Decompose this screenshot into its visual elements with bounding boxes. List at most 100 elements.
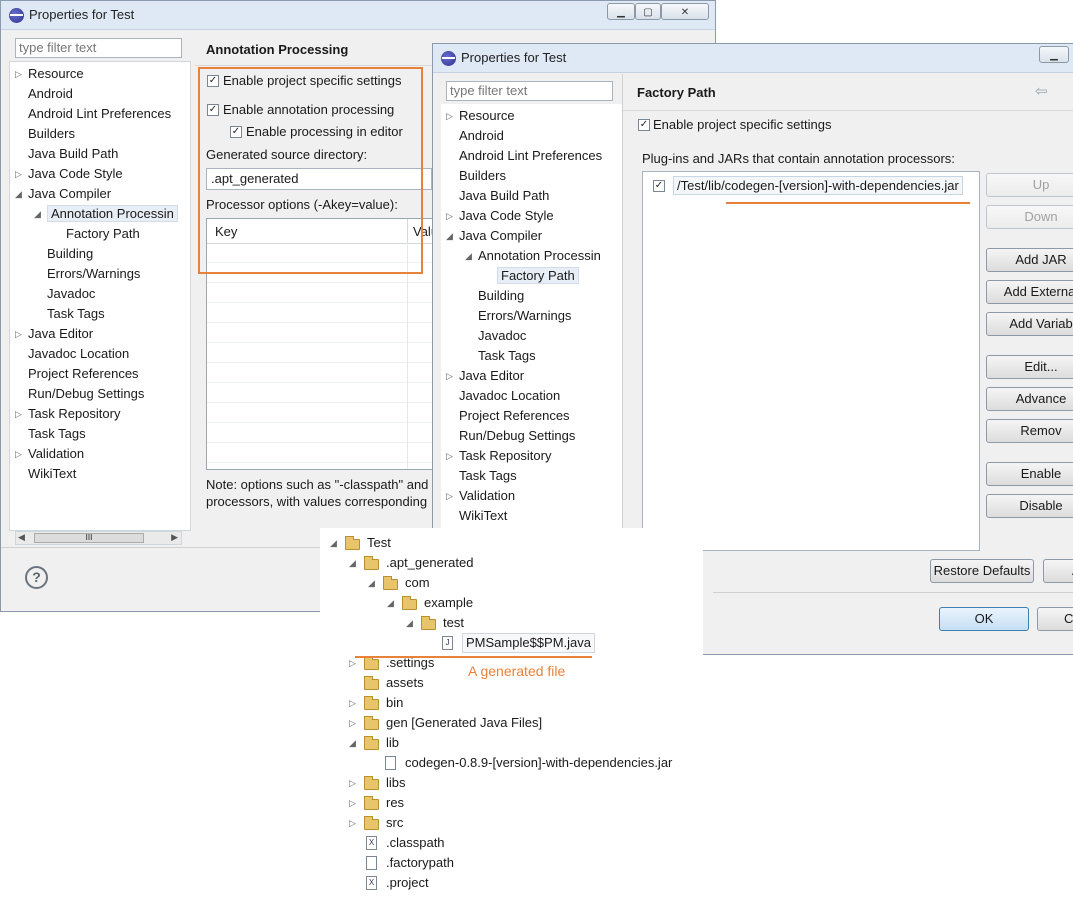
tree-item-android[interactable]: Android	[459, 126, 504, 146]
maximize-button[interactable]: ▢	[635, 3, 661, 20]
add-jar-button[interactable]: Add JAR	[986, 248, 1073, 272]
expand-arrow-icon[interactable]: ▷	[15, 164, 22, 184]
expand-arrow-icon[interactable]: ▷	[446, 206, 453, 226]
tree-item-building[interactable]: Building	[478, 286, 524, 306]
scroll-left-icon[interactable]: ◀	[18, 532, 25, 543]
collapse-arrow-icon[interactable]: ◢	[465, 246, 472, 266]
scroll-right-icon[interactable]: ▶	[171, 532, 178, 543]
tree-item-java-editor[interactable]: ▷ Java Editor	[15, 324, 93, 344]
tree-item-task-repository[interactable]: ▷ Task Repository	[446, 446, 551, 466]
help-icon[interactable]: ?	[25, 566, 48, 589]
tree-item-validation[interactable]: ▷ Validation	[446, 486, 515, 506]
down-button[interactable]: Down	[986, 205, 1073, 229]
tree-item-java-editor[interactable]: ▷ Java Editor	[446, 366, 524, 386]
ok-button[interactable]: OK	[939, 607, 1029, 631]
tree-item-builders[interactable]: Builders	[459, 166, 506, 186]
expand-arrow-icon[interactable]: ▷	[15, 324, 22, 344]
tree-item-java-compiler[interactable]: ◢ Java Compiler	[446, 226, 542, 246]
disable-all-button[interactable]: Disable	[986, 494, 1073, 518]
minimize-button[interactable]: ▁	[607, 3, 635, 20]
collapse-arrow-icon[interactable]: ◢	[387, 593, 394, 613]
tree-item-resource[interactable]: ▷ Resource	[15, 64, 84, 84]
expand-arrow-icon[interactable]: ▷	[349, 773, 356, 793]
remove-button[interactable]: Remov	[986, 419, 1073, 443]
tree-item-java-build-path[interactable]: Java Build Path	[28, 144, 118, 164]
edit-button[interactable]: Edit...	[986, 355, 1073, 379]
tree-item-run-debug-settings[interactable]: Run/Debug Settings	[459, 426, 575, 446]
tree-item-wikitext[interactable]: WikiText	[28, 464, 76, 484]
cancel-button[interactable]: Ca	[1037, 607, 1073, 631]
tree-item-errors-warnings[interactable]: Errors/Warnings	[47, 264, 140, 284]
advanced-button[interactable]: Advance	[986, 387, 1073, 411]
tree-item-task-tags[interactable]: Task Tags	[459, 466, 517, 486]
expand-arrow-icon[interactable]: ▷	[349, 813, 356, 833]
expand-arrow-icon[interactable]: ▷	[349, 793, 356, 813]
add-variable-button[interactable]: Add Variab	[986, 312, 1073, 336]
jar-list[interactable]: ✓ /Test/lib/codegen-[version]-with-depen…	[642, 171, 980, 551]
collapse-arrow-icon[interactable]: ◢	[15, 184, 22, 204]
tree-item-task-tags[interactable]: Task Tags	[478, 346, 536, 366]
tree-item-android-lint-preferences[interactable]: Android Lint Preferences	[459, 146, 602, 166]
tree-item-android[interactable]: Android	[28, 84, 73, 104]
expand-arrow-icon[interactable]: ▷	[446, 486, 453, 506]
up-button[interactable]: Up	[986, 173, 1073, 197]
back-filter-input[interactable]: type filter text	[15, 38, 182, 58]
collapse-arrow-icon[interactable]: ◢	[349, 733, 356, 753]
tree-item-annotation-processin[interactable]: ◢ Annotation Processin	[465, 246, 601, 266]
explorer-item-label: PMSample$$PM.java	[462, 633, 595, 653]
expand-arrow-icon[interactable]: ▷	[15, 64, 22, 84]
tree-item-java-code-style[interactable]: ▷ Java Code Style	[446, 206, 554, 226]
tree-item-task-tags[interactable]: Task Tags	[28, 424, 86, 444]
tree-item-validation[interactable]: ▷ Validation	[15, 444, 84, 464]
tree-item-errors-warnings[interactable]: Errors/Warnings	[478, 306, 571, 326]
tree-item-javadoc[interactable]: Javadoc	[47, 284, 95, 304]
back-panel-title: Annotation Processing	[206, 42, 349, 57]
tree-item-javadoc[interactable]: Javadoc	[478, 326, 526, 346]
tree-item-annotation-processin[interactable]: ◢ Annotation Processin	[34, 204, 178, 224]
tree-item-factory-path[interactable]: Factory Path	[66, 224, 140, 244]
apply-button[interactable]: A	[1043, 559, 1073, 583]
tree-item-javadoc-location[interactable]: Javadoc Location	[459, 386, 560, 406]
restore-defaults-button[interactable]: Restore Defaults	[930, 559, 1034, 583]
back-arrow-icon[interactable]: ⇦	[1035, 82, 1048, 100]
collapse-arrow-icon[interactable]: ◢	[330, 533, 337, 553]
collapse-arrow-icon[interactable]: ◢	[34, 204, 41, 224]
jar-checkbox[interactable]: ✓	[653, 180, 665, 192]
tree-item-task-tags[interactable]: Task Tags	[47, 304, 105, 324]
expand-arrow-icon[interactable]: ▷	[446, 106, 453, 126]
tree-item-javadoc-location[interactable]: Javadoc Location	[28, 344, 129, 364]
enable-all-button[interactable]: Enable	[986, 462, 1073, 486]
front-panel-title: Factory Path	[637, 85, 716, 100]
expand-arrow-icon[interactable]: ▷	[15, 444, 22, 464]
back-tree-hscrollbar[interactable]: ◀ III ▶	[15, 531, 182, 545]
expand-arrow-icon[interactable]: ▷	[349, 693, 356, 713]
tree-item-java-code-style[interactable]: ▷ Java Code Style	[15, 164, 123, 184]
tree-item-project-references[interactable]: Project References	[28, 364, 139, 384]
expand-arrow-icon[interactable]: ▷	[446, 446, 453, 466]
collapse-arrow-icon[interactable]: ◢	[368, 573, 375, 593]
tree-item-factory-path[interactable]: Factory Path	[497, 266, 579, 286]
add-external-button[interactable]: Add External	[986, 280, 1073, 304]
tree-item-builders[interactable]: Builders	[28, 124, 75, 144]
tree-item-java-build-path[interactable]: Java Build Path	[459, 186, 549, 206]
collapse-arrow-icon[interactable]: ◢	[406, 613, 413, 633]
tree-item-building[interactable]: Building	[47, 244, 93, 264]
tree-item-project-references[interactable]: Project References	[459, 406, 570, 426]
collapse-arrow-icon[interactable]: ◢	[349, 553, 356, 573]
expand-arrow-icon[interactable]: ▷	[15, 404, 22, 424]
expand-arrow-icon[interactable]: ▷	[349, 713, 356, 733]
expand-arrow-icon[interactable]: ▷	[446, 366, 453, 386]
tree-item-wikitext[interactable]: WikiText	[459, 506, 507, 526]
front-filter-input[interactable]: type filter text	[446, 81, 613, 101]
tree-item-run-debug-settings[interactable]: Run/Debug Settings	[28, 384, 144, 404]
collapse-arrow-icon[interactable]: ◢	[446, 226, 453, 246]
tree-item-resource[interactable]: ▷ Resource	[446, 106, 515, 126]
tree-item-android-lint-preferences[interactable]: Android Lint Preferences	[28, 104, 171, 124]
tree-item-java-compiler[interactable]: ◢ Java Compiler	[15, 184, 111, 204]
scroll-thumb[interactable]: III	[34, 533, 144, 543]
explorer-item-label: res	[386, 795, 405, 810]
front-enable-project-checkbox[interactable]: ✓	[638, 119, 650, 131]
tree-item-task-repository[interactable]: ▷ Task Repository	[15, 404, 120, 424]
front-minimize-button[interactable]: ▁	[1039, 46, 1069, 63]
close-button[interactable]: ✕	[661, 3, 709, 20]
